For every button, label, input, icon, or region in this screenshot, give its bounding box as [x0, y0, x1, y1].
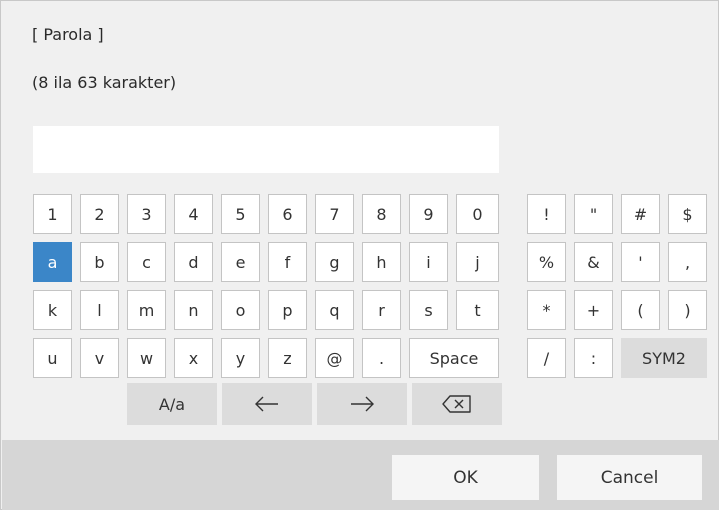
sym2-toggle-key[interactable]: SYM2 [621, 338, 707, 378]
case-toggle-key[interactable]: A/a [127, 383, 217, 425]
backspace-key[interactable] [412, 383, 502, 425]
key-hash[interactable]: # [621, 194, 660, 234]
key-comma[interactable]: , [668, 242, 707, 282]
key-at[interactable]: @ [315, 338, 354, 378]
key-w[interactable]: w [127, 338, 166, 378]
key-9[interactable]: 9 [409, 194, 448, 234]
password-input[interactable] [33, 126, 499, 173]
key-g[interactable]: g [315, 242, 354, 282]
key-slash[interactable]: / [527, 338, 566, 378]
key-1[interactable]: 1 [33, 194, 72, 234]
space-key[interactable]: Space [409, 338, 499, 378]
key-colon[interactable]: : [574, 338, 613, 378]
key-7[interactable]: 7 [315, 194, 354, 234]
key-0[interactable]: 0 [456, 194, 499, 234]
backspace-icon [442, 395, 471, 413]
key-b[interactable]: b [80, 242, 119, 282]
dialog-subtitle: (8 ila 63 karakter) [32, 73, 177, 92]
key-8[interactable]: 8 [362, 194, 401, 234]
key-close-paren[interactable]: ) [668, 290, 707, 330]
arrow-right-icon [351, 396, 374, 412]
key-period[interactable]: . [362, 338, 401, 378]
key-double-quote[interactable]: " [574, 194, 613, 234]
key-s[interactable]: s [409, 290, 448, 330]
key-apostrophe[interactable]: ' [621, 242, 660, 282]
key-y[interactable]: y [221, 338, 260, 378]
key-n[interactable]: n [174, 290, 213, 330]
key-2[interactable]: 2 [80, 194, 119, 234]
cancel-button[interactable]: Cancel [557, 455, 702, 500]
key-ampersand[interactable]: & [574, 242, 613, 282]
key-t[interactable]: t [456, 290, 499, 330]
key-x[interactable]: x [174, 338, 213, 378]
key-u[interactable]: u [33, 338, 72, 378]
key-open-paren[interactable]: ( [621, 290, 660, 330]
key-e[interactable]: e [221, 242, 260, 282]
key-h[interactable]: h [362, 242, 401, 282]
key-i[interactable]: i [409, 242, 448, 282]
key-6[interactable]: 6 [268, 194, 307, 234]
key-f[interactable]: f [268, 242, 307, 282]
key-plus[interactable]: + [574, 290, 613, 330]
key-j[interactable]: j [456, 242, 499, 282]
key-5[interactable]: 5 [221, 194, 260, 234]
key-asterisk[interactable]: * [527, 290, 566, 330]
key-a[interactable]: a [33, 242, 72, 282]
key-c[interactable]: c [127, 242, 166, 282]
key-v[interactable]: v [80, 338, 119, 378]
arrow-left-icon [255, 396, 278, 412]
password-dialog: [ Parola ] (8 ila 63 karakter) 1 2 3 4 5… [0, 0, 719, 510]
dialog-title: [ Parola ] [32, 25, 104, 44]
key-m[interactable]: m [127, 290, 166, 330]
key-r[interactable]: r [362, 290, 401, 330]
key-l[interactable]: l [80, 290, 119, 330]
key-o[interactable]: o [221, 290, 260, 330]
key-percent[interactable]: % [527, 242, 566, 282]
key-3[interactable]: 3 [127, 194, 166, 234]
key-d[interactable]: d [174, 242, 213, 282]
ok-button[interactable]: OK [392, 455, 539, 500]
key-q[interactable]: q [315, 290, 354, 330]
key-k[interactable]: k [33, 290, 72, 330]
cursor-left-key[interactable] [222, 383, 312, 425]
cursor-right-key[interactable] [317, 383, 407, 425]
key-exclamation[interactable]: ! [527, 194, 566, 234]
key-p[interactable]: p [268, 290, 307, 330]
key-4[interactable]: 4 [174, 194, 213, 234]
key-z[interactable]: z [268, 338, 307, 378]
key-dollar[interactable]: $ [668, 194, 707, 234]
